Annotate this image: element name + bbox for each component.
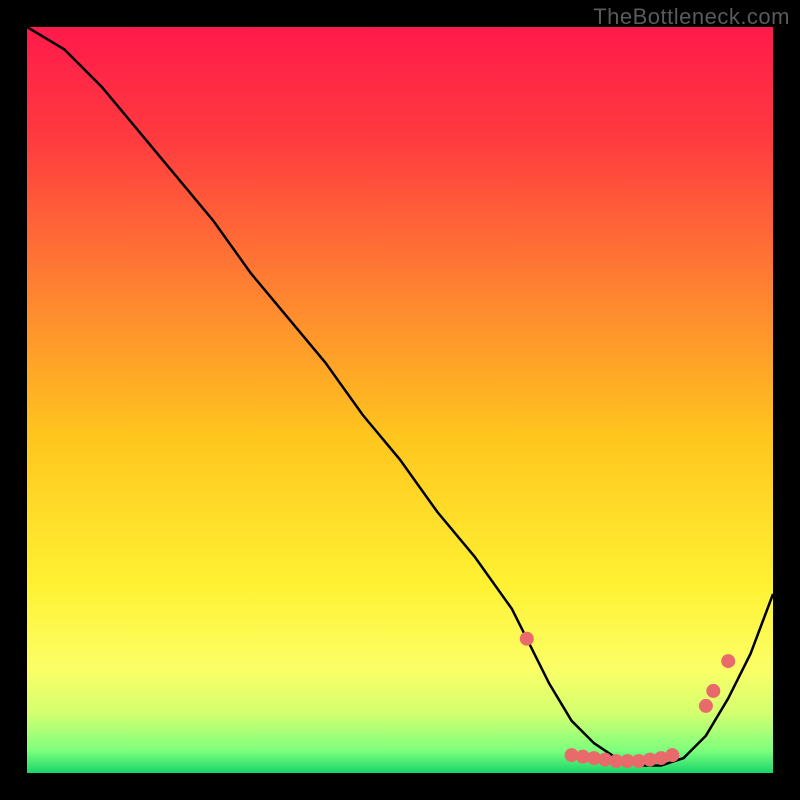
curve-marker [520,632,534,646]
curve-marker [699,699,713,713]
curve-marker [665,748,679,762]
curve-marker [721,654,735,668]
plot-background [27,27,773,773]
watermark-text: TheBottleneck.com [593,4,790,30]
chart-stage: TheBottleneck.com [0,0,800,800]
chart-svg [0,0,800,800]
curve-marker [706,684,720,698]
